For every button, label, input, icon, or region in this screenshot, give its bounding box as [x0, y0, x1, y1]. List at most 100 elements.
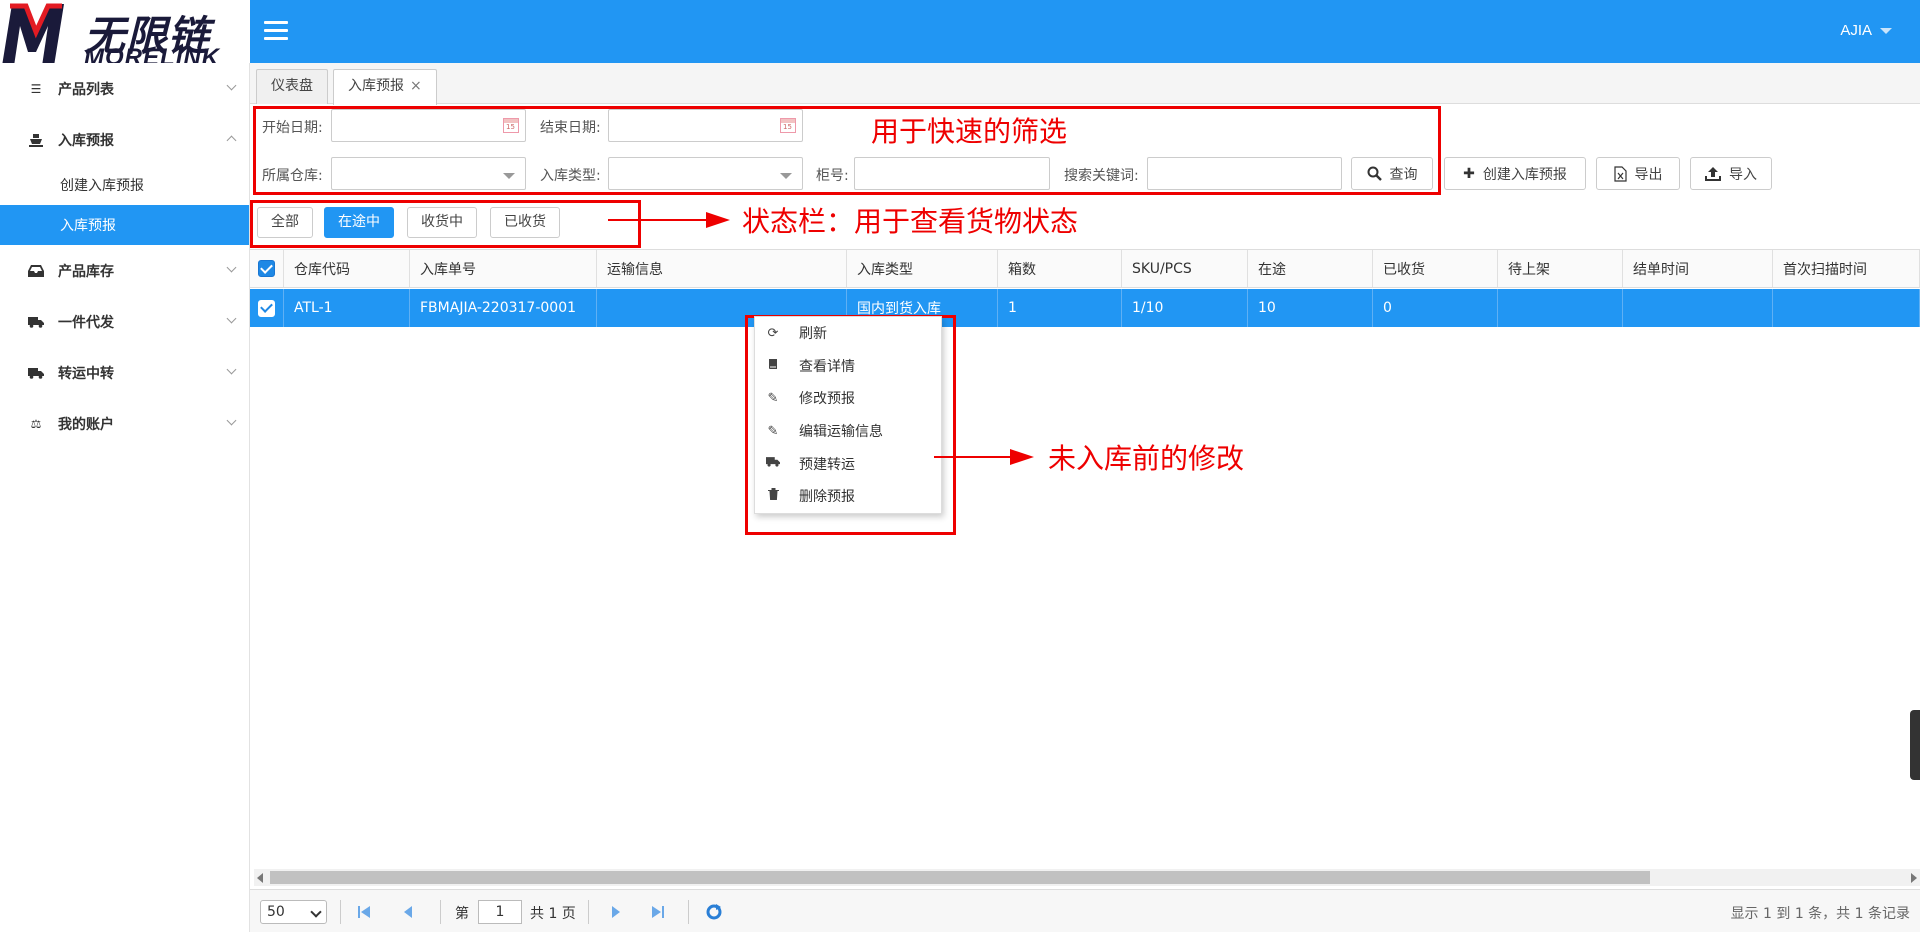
divider: [340, 900, 341, 924]
column-header[interactable]: 仓库代码: [284, 250, 410, 287]
annotation-arrow: [608, 212, 730, 228]
annotation-filter-text: 用于快速的筛选: [871, 115, 1068, 148]
annotation-filter-box: [253, 106, 1441, 195]
prev-page-icon[interactable]: [400, 904, 416, 920]
create-inbound-label: 创建入库预报: [1482, 166, 1567, 183]
tab-label: 仪表盘: [271, 78, 313, 94]
sidebar: ☰ 产品列表 入库预报 创建入库预报 入库预报 产品库存 一件代发 转运中转 ⚖…: [0, 63, 250, 932]
side-widget[interactable]: [1910, 710, 1920, 780]
next-page-icon[interactable]: [608, 904, 624, 920]
chevron-down-icon: [226, 313, 237, 324]
menu-item-refresh[interactable]: ⟳ 刷新: [755, 317, 941, 350]
ship-icon: [28, 133, 44, 147]
chevron-down-icon: [226, 262, 237, 273]
column-header[interactable]: 首次扫描时间: [1773, 250, 1920, 287]
close-icon[interactable]: ×: [410, 78, 422, 94]
table-cell: 1: [998, 289, 1122, 327]
sidebar-item-inbound-forecast[interactable]: 入库预报: [0, 114, 249, 165]
user-menu[interactable]: AJIA: [1840, 22, 1892, 39]
sidebar-item-label: 产品列表: [58, 81, 114, 98]
sidebar-item-product-list[interactable]: ☰ 产品列表: [0, 63, 249, 114]
menu-item-label: 编辑运输信息: [799, 424, 883, 441]
user-name: AJIA: [1840, 22, 1872, 39]
annotation-arrow: [934, 449, 1034, 465]
checkbox-icon: [258, 260, 275, 277]
menu-item-edit-forecast[interactable]: ✎ 修改预报: [755, 382, 941, 415]
menu-toggle-icon[interactable]: [264, 21, 288, 41]
column-header[interactable]: 待上架: [1498, 250, 1623, 287]
sidebar-subitem-inbound-forecast[interactable]: 入库预报: [0, 205, 249, 245]
export-button[interactable]: 导出: [1596, 157, 1680, 190]
annotation-status-text: 状态栏：用于查看货物状态: [742, 205, 1079, 238]
column-header[interactable]: 箱数: [998, 250, 1122, 287]
sidebar-item-dropshipping[interactable]: 一件代发: [0, 296, 249, 347]
reload-icon[interactable]: [706, 904, 722, 920]
sidebar-subitem-create-inbound[interactable]: 创建入库预报: [0, 165, 249, 205]
sidebar-item-product-stock[interactable]: 产品库存: [0, 245, 249, 296]
sidebar-item-label: 转运中转: [58, 365, 114, 382]
annotation-menu-text: 未入库前的修改: [1048, 442, 1245, 475]
page-total: 共 1 页: [530, 906, 576, 922]
column-header[interactable]: SKU/PCS: [1122, 250, 1248, 287]
create-inbound-button[interactable]: ✚ 创建入库预报: [1444, 157, 1586, 190]
plus-icon: ✚: [1463, 165, 1475, 182]
menu-item-pre-transfer[interactable]: 预建转运: [755, 447, 941, 480]
refresh-icon: ⟳: [767, 325, 779, 341]
table-header: 仓库代码 入库单号 运输信息 入库类型 箱数 SKU/PCS 在途 已收货 待上…: [250, 250, 1920, 288]
list-icon: ☰: [30, 81, 42, 96]
tab-inbound-forecast[interactable]: 入库预报 ×: [333, 69, 437, 105]
table-cell: FBMAJIA-220317-0001: [410, 289, 597, 327]
sidebar-item-transfer[interactable]: 转运中转: [0, 347, 249, 398]
import-button[interactable]: 导入: [1690, 157, 1772, 190]
chevron-down-icon: [226, 364, 237, 375]
divider: [588, 900, 589, 924]
column-header[interactable]: 结单时间: [1623, 250, 1773, 287]
column-header[interactable]: 入库类型: [847, 250, 998, 287]
chevron-up-icon: [226, 135, 237, 146]
column-header[interactable]: 在途: [1248, 250, 1373, 287]
menu-item-label: 删除预报: [799, 489, 855, 506]
horizontal-scrollbar[interactable]: [254, 869, 1920, 886]
table-cell: [1623, 289, 1773, 327]
caret-down-icon: [1880, 28, 1892, 35]
tab-label: 入库预报: [348, 78, 404, 94]
sidebar-item-label: 我的账户: [58, 416, 114, 433]
menu-item-delete-forecast[interactable]: 删除预报: [755, 480, 941, 513]
sidebar-item-label: 入库预报: [58, 132, 114, 149]
divider: [440, 900, 441, 924]
column-header[interactable]: 已收货: [1373, 250, 1498, 287]
last-page-icon[interactable]: [650, 904, 666, 920]
scroll-thumb[interactable]: [270, 871, 1650, 884]
first-page-icon[interactable]: [356, 904, 372, 920]
morelink-logo-icon: [2, 3, 64, 63]
menu-item-label: 预建转运: [799, 456, 855, 473]
book-icon: [765, 358, 781, 374]
pencil-icon: ✎: [767, 390, 779, 406]
balance-scale-icon: ⚖: [30, 416, 42, 431]
select-all-checkbox[interactable]: [250, 250, 284, 287]
trash-icon: [765, 488, 781, 504]
tab-bar: 仪表盘 入库预报 ×: [250, 63, 1920, 105]
page-number-input[interactable]: 1: [478, 900, 522, 924]
inbox-icon: [28, 264, 44, 278]
table-cell: [1773, 289, 1920, 327]
column-header[interactable]: 入库单号: [410, 250, 597, 287]
table-row[interactable]: ATL-1 FBMAJIA-220317-0001 国内到货入库 1 1/10 …: [250, 289, 1920, 327]
sidebar-item-my-account[interactable]: ⚖ 我的账户: [0, 398, 249, 449]
row-checkbox[interactable]: [250, 289, 284, 327]
menu-item-edit-shipping[interactable]: ✎ 编辑运输信息: [755, 415, 941, 448]
column-header[interactable]: 运输信息: [597, 250, 847, 287]
menu-item-view-details[interactable]: 查看详情: [755, 350, 941, 383]
annotation-status-box: [250, 200, 641, 248]
export-label: 导出: [1634, 166, 1663, 183]
top-header: 无限链接 MORELINK AJIA: [0, 0, 1920, 63]
page-size-select[interactable]: 50: [260, 900, 327, 924]
scroll-left-icon[interactable]: [257, 873, 263, 883]
chevron-down-icon: [226, 80, 237, 91]
tab-dashboard[interactable]: 仪表盘: [256, 69, 328, 104]
table-cell: 10: [1248, 289, 1373, 327]
upload-icon: [1705, 167, 1721, 181]
scroll-right-icon[interactable]: [1911, 873, 1917, 883]
table-cell: ATL-1: [284, 289, 410, 327]
excel-file-icon: [1613, 165, 1627, 182]
